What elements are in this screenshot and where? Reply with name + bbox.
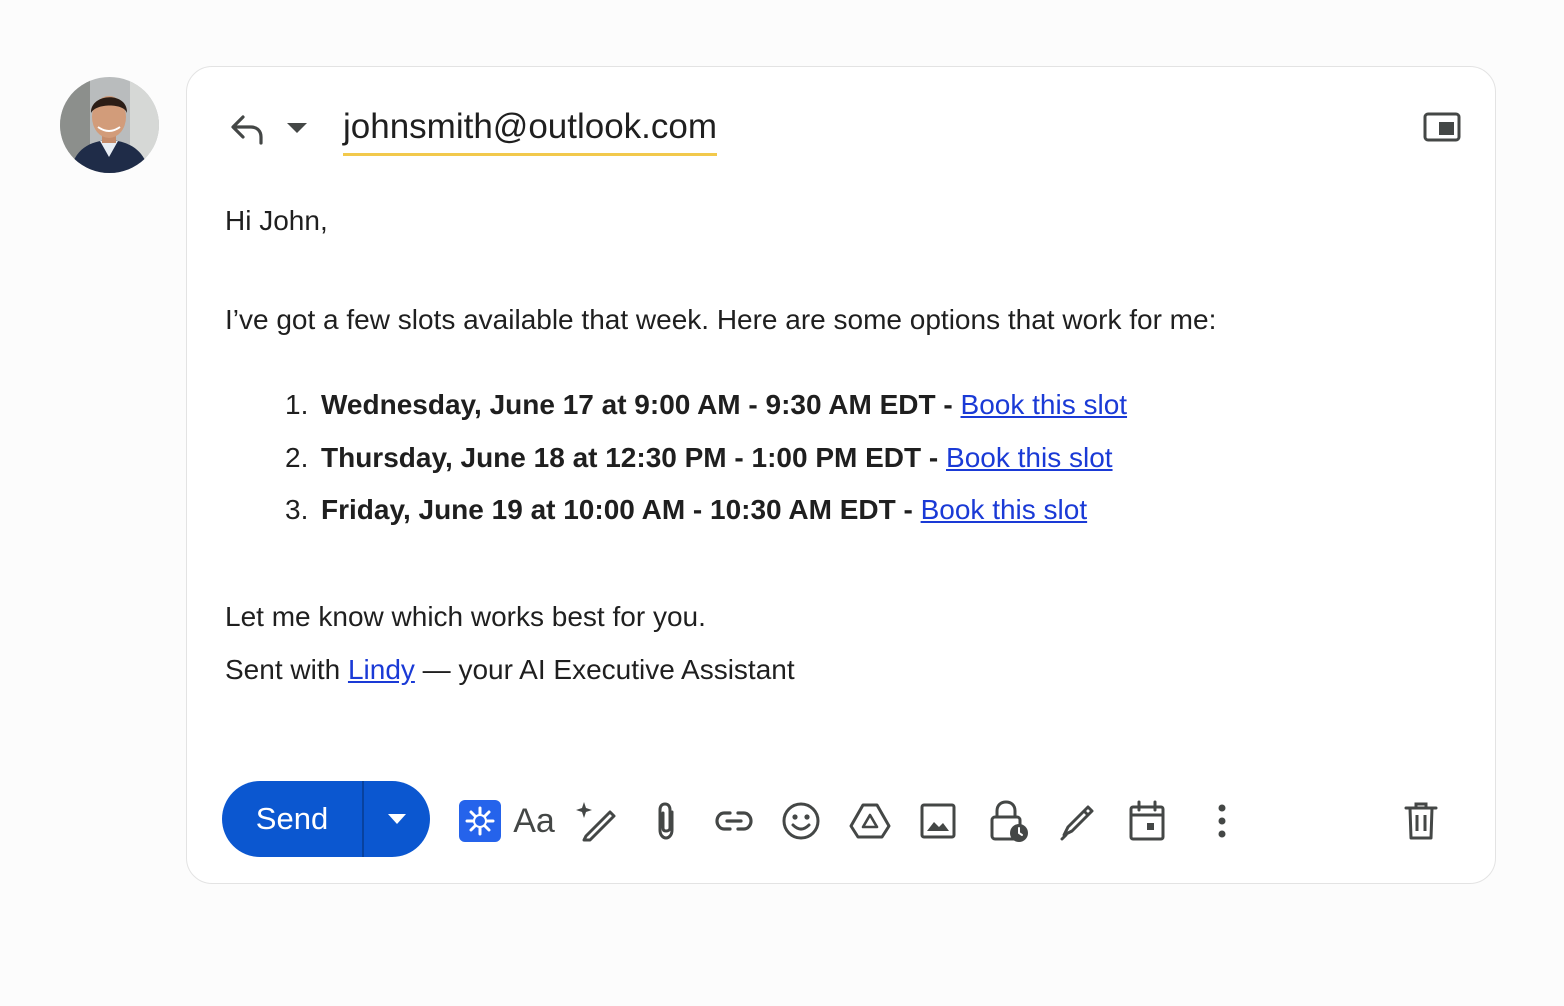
book-slot-link[interactable]: Book this slot bbox=[946, 442, 1113, 473]
popout-icon[interactable] bbox=[1423, 111, 1461, 148]
send-button[interactable]: Send bbox=[222, 781, 364, 857]
magic-pen-icon[interactable] bbox=[575, 799, 619, 843]
greeting-text: Hi John, bbox=[225, 205, 328, 236]
list-item: 2. Thursday, June 18 at 12:30 PM - 1:00 P… bbox=[285, 440, 1127, 493]
slot-list: 1. Wednesday, June 17 at 9:00 AM - 9:30 A… bbox=[285, 387, 1127, 545]
slot-time: Wednesday, June 17 at 9:00 AM - 9:30 AM … bbox=[321, 389, 936, 420]
slot-number: 2. bbox=[285, 441, 309, 473]
send-options-button[interactable] bbox=[364, 781, 430, 857]
signature-pen-icon[interactable] bbox=[1056, 799, 1100, 843]
image-icon[interactable] bbox=[916, 799, 960, 843]
more-options-icon[interactable] bbox=[1200, 799, 1244, 843]
slot-time: Friday, June 19 at 10:00 AM - 10:30 AM E… bbox=[321, 494, 896, 525]
slot-number: 3. bbox=[285, 494, 309, 525]
closing-text: Let me know which works best for you. bbox=[225, 601, 706, 632]
compose-window: johnsmith@outlook.com Hi John, I’ve got … bbox=[186, 66, 1496, 884]
lindy-icon[interactable] bbox=[458, 799, 502, 843]
sender-avatar[interactable] bbox=[60, 77, 159, 173]
signature-prefix: Sent with bbox=[225, 654, 348, 685]
reply-type-dropdown-icon[interactable] bbox=[286, 121, 308, 140]
text-format-icon[interactable]: Aa bbox=[509, 799, 559, 843]
calendar-icon[interactable] bbox=[1125, 799, 1169, 843]
signature-line: Sent with Lindy — your AI Executive Assi… bbox=[225, 654, 795, 686]
compose-toolbar: Send Aa bbox=[222, 781, 1462, 857]
intro-text: I’ve got a few slots available that week… bbox=[225, 304, 1217, 335]
slot-time: Thursday, June 18 at 12:30 PM - 1:00 PM … bbox=[321, 441, 922, 473]
confidential-lock-icon[interactable] bbox=[987, 799, 1031, 843]
emoji-icon[interactable] bbox=[779, 799, 823, 843]
drive-icon[interactable] bbox=[848, 799, 892, 843]
slot-number: 1. bbox=[285, 389, 309, 420]
slot-separator: - bbox=[921, 441, 947, 473]
signature-suffix: — your AI Executive Assistant bbox=[414, 654, 795, 685]
trash-icon[interactable] bbox=[1399, 799, 1443, 843]
slot-separator: - bbox=[935, 389, 961, 420]
lindy-link[interactable]: Lindy bbox=[348, 654, 415, 685]
book-slot-link[interactable]: Book this slot bbox=[961, 389, 1128, 420]
book-slot-link[interactable]: Book this slot bbox=[921, 494, 1088, 525]
list-item: 1. Wednesday, June 17 at 9:00 AM - 9:30 A… bbox=[285, 387, 1127, 440]
attach-icon[interactable] bbox=[644, 799, 688, 843]
slot-separator: - bbox=[895, 494, 921, 525]
recipient-field[interactable]: johnsmith@outlook.com bbox=[343, 107, 718, 157]
link-icon[interactable] bbox=[712, 799, 756, 843]
send-button-group: Send bbox=[222, 781, 430, 857]
reply-icon[interactable] bbox=[229, 113, 265, 150]
list-item: 3. Friday, June 19 at 10:00 AM - 10:30 AM… bbox=[285, 492, 1127, 545]
chevron-down-icon bbox=[388, 814, 406, 824]
